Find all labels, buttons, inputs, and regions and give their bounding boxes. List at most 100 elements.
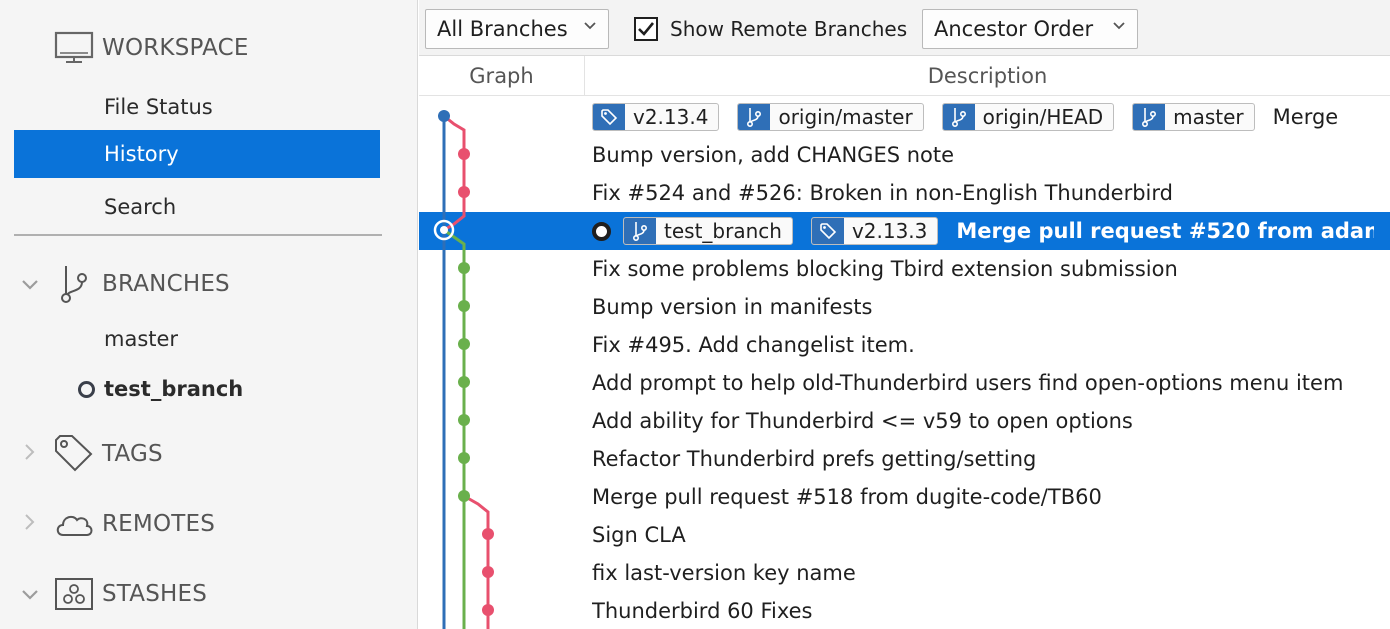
commit-description: Fix #524 and #526: Broken in non-English… bbox=[592, 174, 1374, 212]
sidebar-item-label: Search bbox=[104, 195, 177, 219]
branch-filter-dropdown[interactable]: All Branches bbox=[425, 9, 609, 49]
commit-node bbox=[458, 414, 470, 426]
current-branch-icon bbox=[78, 381, 95, 398]
head-indicator-icon bbox=[592, 221, 611, 241]
commit-description: Fix some problems blocking Tbird extensi… bbox=[592, 250, 1374, 288]
commit-message: Fix #495. Add changelist item. bbox=[592, 333, 915, 357]
commit-message: Add prompt to help old-Thunderbird users… bbox=[592, 371, 1344, 395]
commit-node bbox=[458, 148, 470, 160]
branch-icon bbox=[738, 104, 771, 130]
sidebar-divider bbox=[14, 234, 382, 236]
commit-message: Bump version, add CHANGES note bbox=[592, 143, 955, 167]
branch-item-label: master bbox=[104, 327, 179, 351]
cloud-icon bbox=[52, 504, 96, 544]
commit-description: Bump version, add CHANGES note bbox=[592, 136, 1374, 174]
commit-description: Refactor Thunderbird prefs getting/setti… bbox=[592, 440, 1374, 478]
ref-label-text: test_branch bbox=[664, 219, 782, 243]
show-remote-label: Show Remote Branches bbox=[670, 17, 908, 41]
commit-list: v2.13.4 origin/master origin/HEAD master Mer… bbox=[419, 96, 1390, 629]
commit-message: Sign CLA bbox=[592, 523, 686, 547]
graph-column-label: Graph bbox=[469, 63, 534, 88]
commit-node bbox=[458, 376, 470, 388]
ref-label-text: origin/master bbox=[778, 105, 913, 129]
monitor-icon bbox=[52, 28, 96, 68]
chevron-down-icon bbox=[584, 18, 596, 34]
commit-message: Merge pull request #518 from dugite-code… bbox=[592, 485, 1102, 509]
sidebar-item-history[interactable]: History bbox=[14, 130, 380, 178]
commit-node bbox=[458, 262, 470, 274]
section-remotes-label: REMOTES bbox=[102, 511, 216, 537]
commit-graph bbox=[433, 110, 494, 629]
section-workspace[interactable]: WORKSPACE bbox=[0, 28, 418, 68]
commit-description: Add ability for Thunderbird <= v59 to op… bbox=[592, 402, 1374, 440]
show-remote-branches-toggle[interactable]: Show Remote Branches bbox=[634, 14, 907, 44]
commit-node bbox=[458, 452, 470, 464]
tag-icon bbox=[811, 218, 844, 244]
branch-icon bbox=[624, 218, 656, 244]
sidebar: WORKSPACE File Status History Search BRA… bbox=[0, 0, 418, 629]
commit-message: fix last-version key name bbox=[592, 561, 856, 585]
section-tags-label: TAGS bbox=[102, 441, 163, 467]
branch-icon bbox=[942, 104, 975, 130]
ref-label-text: v2.13.4 bbox=[633, 105, 709, 129]
tag-label[interactable]: v2.13.4 bbox=[592, 103, 720, 131]
commit-description: Merge pull request #518 from dugite-code… bbox=[592, 478, 1374, 516]
commit-message: Merge pull request #520 from adan bbox=[956, 219, 1374, 243]
sidebar-item-search[interactable]: Search bbox=[14, 183, 380, 231]
chevron-down-icon bbox=[1113, 18, 1125, 34]
commit-message: Thunderbird 60 Fixes bbox=[592, 599, 813, 623]
section-branches-label: BRANCHES bbox=[102, 271, 230, 297]
commit-node bbox=[438, 110, 450, 122]
chevron-down-icon[interactable] bbox=[22, 275, 38, 294]
commit-description: v2.13.4 origin/master origin/HEAD master Mer… bbox=[592, 98, 1374, 136]
commit-node bbox=[482, 566, 494, 578]
order-value: Ancestor Order bbox=[934, 17, 1094, 41]
graph-column-header[interactable]: Graph bbox=[419, 56, 585, 95]
order-dropdown[interactable]: Ancestor Order bbox=[922, 9, 1138, 49]
ref-label-text: origin/HEAD bbox=[982, 105, 1104, 129]
branch-item-master[interactable]: master bbox=[14, 315, 380, 363]
description-column-header[interactable]: Description bbox=[585, 56, 1390, 95]
commit-description: fix last-version key name bbox=[592, 554, 1374, 592]
commit-message: Merge bbox=[1272, 105, 1339, 129]
section-stashes[interactable]: STASHES bbox=[0, 574, 418, 614]
commit-node bbox=[458, 300, 470, 312]
section-stashes-label: STASHES bbox=[102, 581, 208, 607]
section-remotes[interactable]: REMOTES bbox=[0, 504, 418, 544]
commit-node bbox=[458, 186, 470, 198]
commit-description: Add prompt to help old-Thunderbird users… bbox=[592, 364, 1374, 402]
section-branches[interactable]: BRANCHES bbox=[0, 264, 418, 304]
section-tags[interactable]: TAGS bbox=[0, 434, 418, 474]
history-column-header: Graph Description bbox=[419, 56, 1390, 96]
tag-icon bbox=[52, 434, 96, 474]
sidebar-item-label: File Status bbox=[104, 95, 213, 119]
chevron-right-icon[interactable] bbox=[22, 514, 38, 534]
branch-filter-value: All Branches bbox=[437, 17, 568, 41]
section-workspace-label: WORKSPACE bbox=[102, 35, 249, 61]
commit-node bbox=[458, 490, 470, 502]
branch-item-test-branch[interactable]: test_branch bbox=[14, 365, 380, 413]
commit-message: Add ability for Thunderbird <= v59 to op… bbox=[592, 409, 1133, 433]
commit-description: Thunderbird 60 Fixes bbox=[592, 592, 1374, 629]
commit-message: Fix #524 and #526: Broken in non-English… bbox=[592, 181, 1173, 205]
commit-message: Bump version in manifests bbox=[592, 295, 873, 319]
chevron-down-icon[interactable] bbox=[22, 585, 38, 604]
branch-icon bbox=[52, 264, 96, 304]
branch-label[interactable]: master bbox=[1132, 103, 1255, 131]
branch-label[interactable]: test_branch bbox=[623, 217, 793, 245]
ref-label-text: master bbox=[1173, 105, 1244, 129]
branch-icon bbox=[1133, 104, 1166, 130]
tag-icon bbox=[593, 104, 625, 130]
graph-edge-pink bbox=[443, 114, 466, 232]
branch-label[interactable]: origin/HEAD bbox=[941, 103, 1115, 131]
stash-icon bbox=[52, 574, 96, 614]
show-remote-checkbox[interactable] bbox=[634, 17, 658, 41]
commit-node bbox=[458, 338, 470, 350]
branch-label[interactable]: origin/master bbox=[737, 103, 924, 131]
chevron-right-icon[interactable] bbox=[22, 444, 38, 464]
commit-description: Fix #495. Add changelist item. bbox=[592, 326, 1374, 364]
tag-label[interactable]: v2.13.3 bbox=[810, 217, 939, 245]
sidebar-item-file-status[interactable]: File Status bbox=[14, 83, 380, 131]
history-toolbar: All Branches Show Remote Branches Ancest… bbox=[419, 0, 1390, 56]
description-column-label: Description bbox=[927, 63, 1048, 88]
